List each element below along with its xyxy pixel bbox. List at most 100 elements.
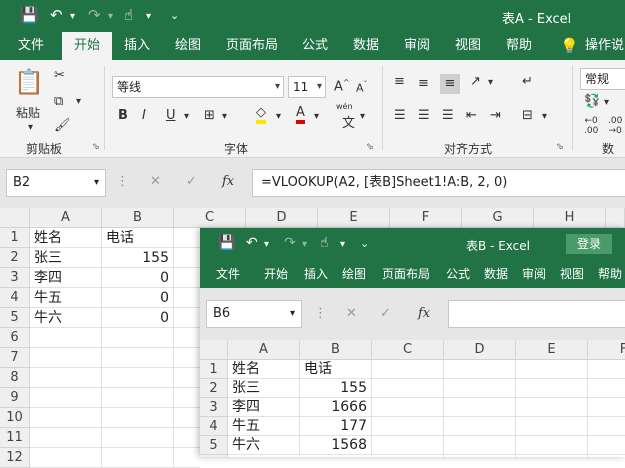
cell-A4[interactable]: 牛五: [228, 417, 300, 436]
italic-icon[interactable]: I: [142, 108, 146, 123]
row-header[interactable]: 8: [0, 368, 30, 388]
borders-icon[interactable]: ⊞: [204, 108, 215, 123]
formula-input[interactable]: =VLOOKUP(A2, [表B]Sheet1!A:B, 2, 0): [252, 169, 625, 197]
row-header[interactable]: 1: [200, 360, 228, 379]
column-header[interactable]: D: [444, 340, 516, 360]
undo-icon[interactable]: ↶: [246, 235, 258, 251]
cell-A3[interactable]: 李四: [228, 398, 300, 417]
column-header[interactable]: E: [318, 208, 390, 228]
row-header[interactable]: 4: [0, 288, 30, 308]
cancel-icon[interactable]: ✕: [150, 174, 161, 189]
column-header[interactable]: F: [390, 208, 462, 228]
row-header[interactable]: 7: [0, 348, 30, 368]
column-header[interactable]: D: [246, 208, 318, 228]
row-header[interactable]: 3: [200, 398, 228, 417]
cell-B4[interactable]: 0: [102, 288, 174, 308]
tab-page-layout[interactable]: 页面布局: [382, 260, 430, 288]
cell-B1[interactable]: 电话: [102, 228, 174, 248]
tab-home[interactable]: 开始: [62, 32, 113, 60]
underline-icon[interactable]: U: [166, 108, 176, 123]
empty-cells[interactable]: [30, 328, 174, 468]
phonetic-icon[interactable]: wén: [336, 102, 353, 111]
orientation-icon[interactable]: ↗: [470, 74, 481, 89]
column-header[interactable]: E: [516, 340, 588, 360]
cell-B2[interactable]: 155: [300, 379, 372, 398]
cell-B5[interactable]: 1568: [300, 436, 372, 455]
empty-cells[interactable]: [372, 360, 625, 457]
align-bottom-icon[interactable]: ≡: [440, 74, 460, 94]
cell-B1[interactable]: 电话: [300, 360, 372, 379]
column-header[interactable]: A: [228, 340, 300, 360]
column-header[interactable]: C: [372, 340, 444, 360]
underline-dropdown-icon[interactable]: ▾: [184, 111, 189, 122]
touch-mode-icon[interactable]: ☝: [124, 6, 133, 24]
formula-input-second[interactable]: [448, 300, 625, 328]
fill-color-icon[interactable]: ◇: [256, 106, 266, 124]
touch-dropdown-icon[interactable]: ▾: [340, 239, 345, 250]
tab-data[interactable]: 数据: [353, 32, 379, 60]
enter-icon[interactable]: ✓: [380, 306, 391, 321]
accounting-format-icon[interactable]: 💱: [584, 94, 600, 109]
tell-me-search[interactable]: 操作说明: [585, 32, 625, 81]
alignment-launcher-icon[interactable]: ⬂: [556, 142, 564, 152]
tab-insert[interactable]: 插入: [304, 260, 328, 288]
wrap-text-icon[interactable]: ↵: [522, 74, 533, 89]
cancel-icon[interactable]: ✕: [346, 306, 357, 321]
align-left-icon[interactable]: ☰: [394, 108, 406, 123]
font-color-dropdown-icon[interactable]: ▾: [314, 111, 319, 122]
cell-B3[interactable]: 1666: [300, 398, 372, 417]
select-all-corner[interactable]: [200, 340, 228, 360]
font-name-combo[interactable]: 等线 ▾: [112, 76, 284, 98]
column-header[interactable]: F: [588, 340, 625, 360]
login-button[interactable]: 登录: [566, 234, 612, 254]
cell-A3[interactable]: 李四: [30, 268, 102, 288]
paste-icon[interactable]: 📋: [14, 68, 44, 96]
row-header[interactable]: 4: [200, 417, 228, 436]
redo-icon[interactable]: ↷: [88, 6, 101, 24]
phonetic-dropdown-icon[interactable]: ▾: [360, 111, 365, 122]
tab-insert[interactable]: 插入: [124, 32, 150, 60]
redo-icon[interactable]: ↷: [284, 235, 296, 251]
sheet-grid-second[interactable]: A B C D E F 1 2 3 4 5 6 姓名 电话 张三 155 李四 …: [200, 340, 625, 457]
paste-button[interactable]: 粘贴: [16, 104, 40, 121]
align-top-icon[interactable]: ≡: [394, 74, 405, 89]
tab-page-layout[interactable]: 页面布局: [226, 32, 278, 60]
tab-help[interactable]: 帮助: [506, 32, 532, 60]
merge-center-icon[interactable]: ⊟: [522, 108, 533, 123]
tab-home[interactable]: 开始: [264, 260, 288, 288]
orientation-dropdown-icon[interactable]: ▾: [488, 77, 493, 88]
tab-formulas[interactable]: 公式: [302, 32, 328, 60]
cell-B3[interactable]: 0: [102, 268, 174, 288]
cell-A1[interactable]: 姓名: [30, 228, 102, 248]
column-header[interactable]: H: [534, 208, 606, 228]
decrease-decimal-icon[interactable]: .00 →0: [608, 116, 622, 136]
row-header[interactable]: 3: [0, 268, 30, 288]
merge-dropdown-icon[interactable]: ▾: [542, 111, 547, 122]
cut-icon[interactable]: ✂: [54, 68, 65, 83]
borders-dropdown-icon[interactable]: ▾: [222, 111, 227, 122]
undo-dropdown-icon[interactable]: ▾: [70, 11, 75, 22]
redo-dropdown-icon[interactable]: ▾: [108, 11, 113, 22]
name-box-second[interactable]: B6 ▾: [206, 300, 302, 328]
format-painter-icon[interactable]: 🖌: [54, 118, 71, 133]
excel-window-second[interactable]: 💾 ↶ ▾ ↷ ▾ ☝ ▾ ⌄ 表B - Excel 登录 文件 开始 插入 绘…: [200, 228, 625, 457]
column-header[interactable]: B: [102, 208, 174, 228]
font-size-combo[interactable]: 11 ▾: [288, 76, 326, 98]
column-header[interactable]: G: [462, 208, 534, 228]
cell-A1[interactable]: 姓名: [228, 360, 300, 379]
tab-review[interactable]: 审阅: [404, 32, 430, 60]
fill-color-dropdown-icon[interactable]: ▾: [276, 111, 281, 122]
tab-formulas[interactable]: 公式: [446, 260, 470, 288]
undo-dropdown-icon[interactable]: ▾: [264, 239, 269, 250]
select-all-corner[interactable]: [0, 208, 30, 228]
align-middle-icon[interactable]: ≡: [418, 76, 429, 91]
enter-icon[interactable]: ✓: [186, 174, 197, 189]
row-header[interactable]: 9: [0, 388, 30, 408]
touch-dropdown-icon[interactable]: ▾: [146, 11, 151, 22]
redo-dropdown-icon[interactable]: ▾: [302, 239, 307, 250]
copy-dropdown-icon[interactable]: ▾: [76, 96, 81, 107]
align-center-icon[interactable]: ☰: [418, 108, 430, 123]
row-header[interactable]: 10: [0, 408, 30, 428]
tab-review[interactable]: 审阅: [522, 260, 546, 288]
tab-data[interactable]: 数据: [484, 260, 508, 288]
